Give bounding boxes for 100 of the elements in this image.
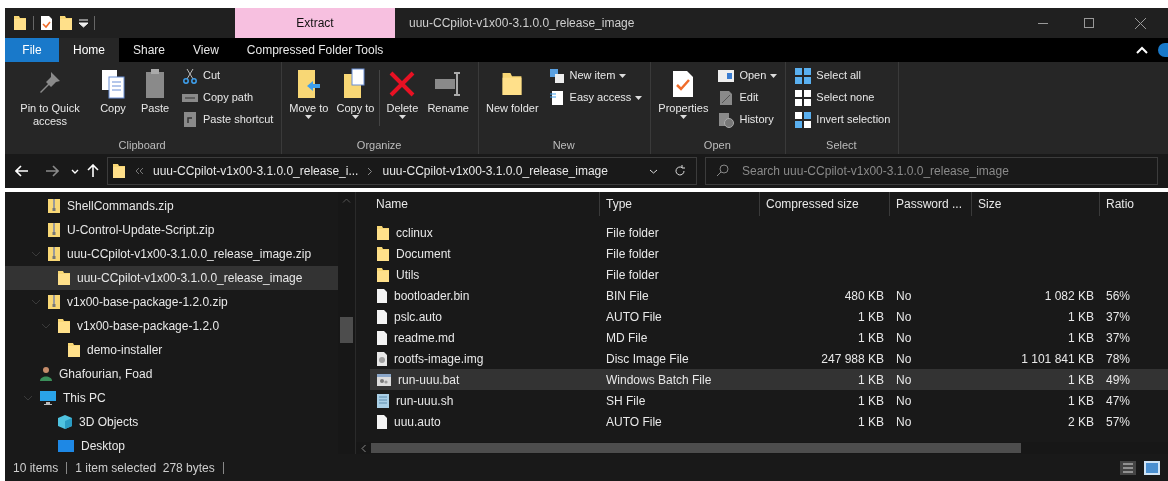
ribbon-button[interactable]: Pin to Quick access [9,66,91,128]
double-chevron-icon[interactable] [136,168,143,174]
file-row[interactable]: Utils File folder [370,264,1168,285]
table-cell: 78% [1106,351,1131,366]
window-title: uuu-CCpilot-v1x00-3.1.0.0_release_image [408,15,636,32]
ribbon-tab[interactable]: View [179,38,233,62]
tree-item[interactable]: Desktop [5,434,338,454]
ribbon-button[interactable]: Copy path [179,88,276,107]
column-header[interactable]: Name [370,192,600,216]
shortcut-icon [184,112,196,127]
ribbon-button[interactable]: Paste shortcut [179,110,276,129]
ribbon-button[interactable]: Open [715,66,780,85]
file-row[interactable]: cclinux File folder [370,222,1168,243]
folder-icon [13,15,27,31]
table-cell: 2 KB [1068,414,1094,429]
ribbon-button[interactable]: Select all [792,66,893,85]
file-name: pslc.auto [394,308,443,326]
document-icon [376,329,388,346]
column-header[interactable]: Type [600,192,760,216]
ribbon-tab[interactable]: File [5,38,59,62]
context-tab-header: Extract [235,8,395,38]
ribbon-button[interactable]: Properties [655,66,712,119]
caret-icon [351,115,359,119]
ribbon-button[interactable]: Easy access [545,88,645,107]
back-arrow-icon[interactable] [15,165,29,177]
ribbon-button[interactable]: Select none [792,88,893,107]
help-icon[interactable] [1158,43,1168,57]
tree-item[interactable]: uuu-CCpilot-v1x00-3.1.0.0_release_image.zip [5,242,338,266]
copy-icon [100,68,126,100]
file-row[interactable]: uuu.auto AUTO File 1 KB No 2 KB 57% [370,411,1168,432]
table-cell: BIN File [606,288,649,303]
file-name: readme.md [394,329,455,347]
table-cell: File folder [606,225,659,240]
ribbon-tab[interactable]: Compressed Folder Tools [234,38,396,62]
ribbon-button[interactable]: Invert selection [792,110,893,129]
caret-icon [770,73,778,78]
ribbon-button[interactable]: New folder [482,66,542,115]
chevron-right-icon[interactable] [368,167,373,175]
ribbon-button[interactable]: Copy [93,66,133,115]
tree-item[interactable]: This PC [5,386,338,410]
file-name: Document [396,245,451,263]
tree-item[interactable]: v1x00-base-package-1.2.0.zip [5,290,338,314]
file-row[interactable]: Document File folder [370,243,1168,264]
tree-item[interactable]: Ghafourian, Foad [5,362,338,386]
ribbon-tab[interactable]: Home [59,38,119,62]
ribbon-button[interactable]: Rename [424,66,472,115]
file-row[interactable]: bootloader.bin BIN File 480 KB No 1 082 KB 56% [370,285,1168,306]
invert-selection-icon [795,111,812,128]
ribbon-button[interactable]: Paste [135,66,175,115]
search-icon [716,164,729,177]
address-field[interactable]: uuu-CCpilot-v1x00-3.1.0.0_release_i... uuu-CCpilot-v1x00-3.1.0.0_release_image [107,157,697,185]
column-header[interactable]: Ratio [1100,192,1168,216]
ribbon-button[interactable]: Move to [286,66,332,119]
select-all-icon [795,67,812,84]
large-icons-view-icon[interactable] [1144,460,1160,475]
ribbon-button[interactable]: Copy to [333,66,378,119]
table-cell: No [896,393,912,408]
file-row[interactable]: pslc.auto AUTO File 1 KB No 1 KB 37% [370,306,1168,327]
ribbon-button[interactable]: Delete [382,66,423,119]
scrollbar-thumb[interactable] [340,317,353,343]
details-view-icon[interactable] [1120,460,1136,475]
tree-item[interactable]: uuu-CCpilot-v1x00-3.1.0.0_release_image [5,266,338,290]
column-header[interactable]: Compressed size [760,192,890,216]
tree-item[interactable]: U-Control-Update-Script.zip [5,218,338,242]
refresh-icon[interactable] [674,165,686,177]
customize-toolbar-icon[interactable] [79,18,88,28]
file-row[interactable]: run-uuu.bat Windows Batch File 1 KB No 1 KB 49% [370,369,1168,390]
file-row[interactable]: readme.md MD File 1 KB No 1 KB 37% [370,327,1168,348]
tree-item[interactable]: v1x00-base-package-1.2.0 [5,314,338,338]
up-arrow-icon[interactable] [87,164,99,178]
ribbon-button[interactable]: Cut [179,66,276,85]
table-cell: 47% [1106,393,1131,408]
file-row[interactable]: run-uuu.sh SH File 1 KB No 1 KB 47% [370,390,1168,411]
gears-file-icon [376,372,392,387]
tree-item[interactable]: ShellCommands.zip [5,194,338,218]
breadcrumb[interactable]: uuu-CCpilot-v1x00-3.1.0.0_release_i... [153,162,359,180]
scrollbar-thumb[interactable] [371,443,1021,453]
close-icon [1134,17,1146,29]
forward-arrow-icon[interactable] [45,165,59,177]
caret-icon [635,95,643,100]
table-cell: No [896,288,912,303]
tree-item[interactable]: demo-installer [5,338,338,362]
ribbon-button[interactable]: Edit [715,88,780,107]
column-header[interactable]: Size [972,192,1100,216]
tree-item[interactable]: 3D Objects [5,410,338,434]
select-none-icon [795,89,812,106]
properties-icon[interactable] [40,15,53,31]
breadcrumb[interactable]: uuu-CCpilot-v1x00-3.1.0.0_release_image [382,162,608,180]
folder-icon [376,224,390,241]
file-name: rootfs-image.img [394,350,484,368]
table-cell: No [896,309,912,324]
ribbon-button[interactable]: New item [545,66,645,85]
file-row[interactable]: rootfs-image.img Disc Image File 247 988 KB No 1 101 841 KB 78% [370,348,1168,369]
document-icon [376,308,388,325]
table-cell: Windows Batch File [606,372,712,387]
collapse-ribbon-icon[interactable] [1136,46,1148,54]
ribbon-button[interactable]: History [715,110,780,129]
search-field[interactable]: Search uuu-CCpilot-v1x00-3.1.0.0_release_image [705,157,1158,185]
column-header[interactable]: Password ... [890,192,972,216]
ribbon-tab[interactable]: Share [119,38,180,62]
